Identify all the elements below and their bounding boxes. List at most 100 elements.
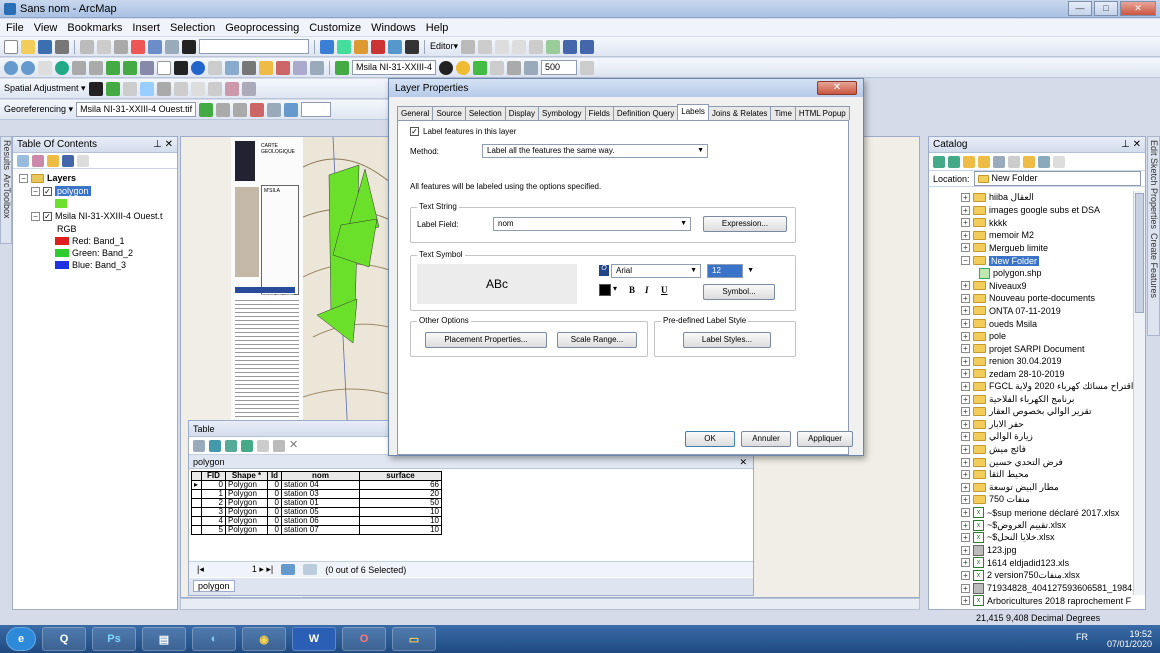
create-features-tab[interactable]: Create Features bbox=[1149, 233, 1159, 298]
resample-icon[interactable] bbox=[580, 60, 594, 75]
symbol-button[interactable]: Symbol... bbox=[703, 284, 775, 300]
results-tab[interactable]: Results bbox=[2, 140, 12, 170]
expand-icon[interactable]: + bbox=[961, 394, 970, 404]
menu-file[interactable]: File bbox=[6, 22, 24, 34]
arctoolbox-tab[interactable]: ArcToolbox bbox=[2, 174, 12, 219]
catalog-item[interactable]: + مطار البيض توسعة bbox=[961, 481, 1059, 494]
expand-icon[interactable]: + bbox=[961, 306, 970, 316]
expand-icon[interactable]: + bbox=[961, 218, 970, 228]
cell-fid[interactable]: 5 bbox=[201, 525, 226, 535]
expand-icon[interactable]: + bbox=[961, 369, 970, 379]
adjustment-preview-icon[interactable] bbox=[241, 81, 256, 96]
switch-selection-icon[interactable] bbox=[241, 440, 253, 452]
toc-pin-close[interactable]: ⊥ ✕ bbox=[153, 139, 173, 150]
catalog-item[interactable]: + تقرير الوالي بخصوص العقار bbox=[961, 405, 1092, 418]
font-size-dropdown[interactable]: 12 ▼ bbox=[707, 264, 754, 278]
pan-icon[interactable] bbox=[38, 60, 52, 75]
taskbar-search-app[interactable]: Q bbox=[42, 627, 86, 651]
table-close-icon[interactable]: ✕ bbox=[739, 455, 747, 469]
cancel-button[interactable]: Annuler bbox=[741, 431, 791, 447]
taskbar-app[interactable]: ◐ bbox=[192, 627, 236, 651]
expand-icon[interactable]: + bbox=[961, 344, 970, 354]
catalog-item[interactable]: + x Arboricultures 2018 raprochement F bbox=[961, 594, 1131, 607]
cell-surface[interactable]: 10 bbox=[359, 525, 442, 535]
edit-sketch-properties-tab[interactable]: Edit Sketch Properties bbox=[1149, 140, 1159, 229]
catalog-item[interactable]: + x 1614 eldjadid123.xls bbox=[961, 556, 1069, 569]
collapse-icon[interactable]: − bbox=[31, 186, 40, 196]
record-navigator[interactable]: 1 ▸ ▸| bbox=[252, 564, 273, 575]
fixed-zoom-in-icon[interactable] bbox=[72, 60, 86, 75]
clock-time[interactable]: 19:52 bbox=[1107, 629, 1152, 639]
split-icon[interactable] bbox=[529, 39, 544, 54]
attributes-icon[interactable] bbox=[563, 39, 578, 54]
scale-input[interactable]: 500 bbox=[541, 60, 577, 75]
html-popup-icon[interactable] bbox=[225, 60, 239, 75]
new-displacement-link-icon[interactable] bbox=[105, 81, 120, 96]
edit-vertices-icon[interactable] bbox=[546, 39, 561, 54]
find-icon[interactable] bbox=[259, 60, 273, 75]
ok-button[interactable]: OK bbox=[685, 431, 735, 447]
catalog-item[interactable]: − New Folder bbox=[961, 254, 1040, 267]
swipe-icon[interactable] bbox=[490, 60, 504, 75]
chevron-down-icon[interactable]: ▼ bbox=[747, 265, 754, 277]
catalog-item[interactable]: + images google subs et DSA bbox=[961, 204, 1100, 217]
expand-icon[interactable]: + bbox=[961, 205, 970, 215]
menu-help[interactable]: Help bbox=[426, 22, 449, 34]
start-button[interactable]: e bbox=[6, 627, 36, 651]
transparency-icon[interactable] bbox=[473, 60, 487, 75]
catalog-item[interactable]: + x ~$sup merione déclaré 2017.xlsx bbox=[961, 506, 1119, 519]
back-icon[interactable] bbox=[106, 60, 120, 75]
spatial-adjustment-menu[interactable]: Spatial Adjustment ▾ bbox=[4, 83, 86, 94]
connect-folder-icon[interactable] bbox=[993, 156, 1005, 168]
bold-button[interactable]: B bbox=[629, 285, 635, 295]
expand-icon[interactable]: + bbox=[961, 419, 970, 429]
band-green-row[interactable]: Green: Band_2 bbox=[55, 248, 133, 258]
menu-selection[interactable]: Selection bbox=[170, 22, 215, 34]
taskbar-word[interactable]: W bbox=[292, 627, 336, 651]
new-folder-icon[interactable] bbox=[1023, 156, 1035, 168]
clear-limited-icon[interactable] bbox=[190, 81, 205, 96]
catalog-item[interactable]: + فرض التحدي حسين bbox=[961, 456, 1063, 469]
label-features-checkbox[interactable]: ✓ bbox=[410, 127, 419, 136]
fixed-zoom-out-icon[interactable] bbox=[89, 60, 103, 75]
catalog-item[interactable]: + زيارة الوالي bbox=[961, 430, 1033, 443]
view-source-icon[interactable] bbox=[284, 102, 299, 117]
catalog-item[interactable]: + حفر الابار bbox=[961, 418, 1024, 431]
cut-icon[interactable] bbox=[80, 39, 94, 54]
catalog-item[interactable]: + فائج ميش bbox=[961, 443, 1026, 456]
search-window-icon[interactable] bbox=[371, 39, 385, 54]
catalog-item[interactable]: +123.jpg bbox=[961, 544, 1017, 557]
undo-icon[interactable] bbox=[148, 39, 162, 54]
language-indicator[interactable]: FR bbox=[1076, 632, 1088, 642]
view-link-table-icon[interactable] bbox=[207, 81, 222, 96]
expand-icon[interactable]: + bbox=[961, 319, 970, 328]
redo-icon[interactable] bbox=[165, 39, 179, 54]
catalog-item[interactable]: + kkkk bbox=[961, 216, 1007, 229]
cell-nom[interactable]: station 07 bbox=[281, 525, 360, 535]
band-red-row[interactable]: Red: Band_1 bbox=[55, 236, 125, 246]
toc-polygon-label[interactable]: polygon bbox=[55, 186, 91, 196]
tab-joins-relates[interactable]: Joins & Relates bbox=[707, 106, 772, 120]
tab-source[interactable]: Source bbox=[432, 106, 466, 120]
select-features-icon[interactable] bbox=[140, 60, 154, 75]
straight-segment-icon[interactable] bbox=[495, 39, 510, 54]
delete-icon[interactable] bbox=[131, 39, 145, 54]
chevron-down-icon[interactable]: ▼ bbox=[690, 265, 697, 277]
catalog-item[interactable]: + x ~$تقييم العروض.xlsx bbox=[961, 519, 1066, 532]
catalog-item[interactable]: +71934828_404127593606581_1984127 bbox=[961, 582, 1145, 595]
list-by-source-icon[interactable] bbox=[32, 155, 44, 167]
menu-bookmarks[interactable]: Bookmarks bbox=[67, 22, 122, 34]
expand-icon[interactable]: + bbox=[961, 482, 970, 492]
display-resolution-icon[interactable] bbox=[507, 60, 521, 75]
delete-selected-icon[interactable]: ✕ bbox=[289, 440, 301, 452]
print-icon[interactable] bbox=[55, 39, 69, 54]
row-selector[interactable] bbox=[191, 525, 202, 535]
expand-icon[interactable]: + bbox=[961, 545, 970, 555]
editor-menu[interactable]: Editor▾ bbox=[430, 41, 458, 52]
copy-icon[interactable] bbox=[97, 39, 111, 54]
catalog-item[interactable]: + renion 30.04.2019 bbox=[961, 355, 1062, 368]
expand-icon[interactable]: + bbox=[961, 520, 970, 530]
refresh-icon[interactable] bbox=[1038, 156, 1050, 168]
expand-icon[interactable]: + bbox=[961, 407, 970, 417]
table-row[interactable]: 5 Polygon 0 station 07 10 bbox=[191, 525, 442, 535]
